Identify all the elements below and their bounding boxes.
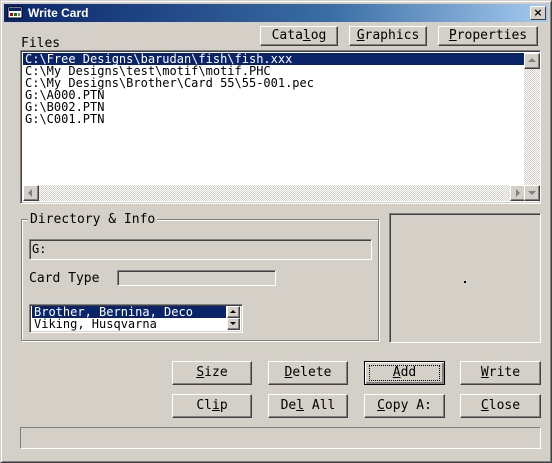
- files-label: Files: [21, 36, 61, 51]
- arrow-left-icon: [28, 189, 32, 197]
- arrow-down-icon: [230, 322, 236, 325]
- del-all-label-pre: De: [280, 398, 297, 413]
- window-title: Write Card: [28, 6, 89, 20]
- close-button[interactable]: Close: [460, 394, 541, 418]
- clip-button[interactable]: Clip: [172, 394, 252, 418]
- arrow-up-icon: [528, 58, 536, 62]
- clip-label-post: p: [219, 398, 228, 413]
- files-listbox[interactable]: C:\Free Designs\barudan\fish\fish.xxx C:…: [20, 50, 541, 204]
- copy-a-button[interactable]: Copy A:: [364, 394, 445, 418]
- catalog-button[interactable]: Catalog: [260, 26, 338, 46]
- scroll-up-button[interactable]: [524, 53, 540, 69]
- clip-label-accel: i: [212, 398, 220, 413]
- directory-info-title: Directory & Info: [28, 212, 158, 227]
- close-label-post: lose: [488, 398, 521, 413]
- format-item[interactable]: Viking, Husqvarna: [32, 318, 226, 330]
- card-writer-icon: [7, 6, 23, 19]
- arrow-right-icon: [516, 189, 520, 197]
- scroll-left-button[interactable]: [23, 185, 39, 201]
- arrow-down-icon: [528, 191, 536, 195]
- size-label-accel: S: [196, 365, 205, 380]
- graphics-label-post: raphics: [364, 28, 420, 43]
- focus-rect: [369, 365, 440, 381]
- file-item[interactable]: G:\C001.PTN: [23, 113, 538, 125]
- catalog-label-post: og: [310, 28, 327, 43]
- files-vscroll-track[interactable]: [524, 53, 540, 201]
- card-type-label: Card Type: [29, 271, 100, 286]
- card-type-field[interactable]: [117, 270, 276, 286]
- graphics-label-accel: G: [356, 28, 365, 43]
- title-bar[interactable]: Write Card ×: [4, 4, 548, 22]
- format-scroll-up-button[interactable]: [227, 306, 240, 318]
- card-format-listbox[interactable]: Brother, Bernina, Deco Viking, Husqvarna: [29, 304, 243, 333]
- del-all-label-accel: l: [296, 398, 305, 413]
- delete-all-button[interactable]: Del All: [268, 394, 348, 418]
- directory-path-field[interactable]: G:: [29, 239, 372, 260]
- copy-label-post: opy A:: [384, 398, 432, 413]
- preview-dot: [464, 281, 466, 283]
- properties-label-accel: P: [448, 28, 457, 43]
- add-button[interactable]: Add: [364, 361, 445, 385]
- design-preview-pane: [389, 213, 541, 343]
- format-scroll-down-button[interactable]: [227, 318, 240, 330]
- delete-button[interactable]: Delete: [268, 361, 348, 385]
- write-label-post: rite: [488, 365, 521, 380]
- write-card-window: Write Card × Catalog Graphics Properties…: [0, 0, 552, 463]
- graphics-button[interactable]: Graphics: [349, 26, 427, 46]
- close-icon[interactable]: ×: [530, 6, 546, 20]
- arrow-up-icon: [230, 310, 236, 313]
- scroll-down-button[interactable]: [524, 185, 540, 201]
- del-all-label-post: All: [304, 398, 336, 413]
- write-label-accel: W: [480, 365, 489, 380]
- catalog-label-pre: Cata: [271, 28, 303, 43]
- delete-label-post: elete: [292, 365, 332, 380]
- properties-label-post: roperties: [456, 28, 528, 43]
- catalog-label-accel: l: [302, 28, 311, 43]
- copy-label-accel: C: [377, 398, 385, 413]
- size-button[interactable]: Size: [172, 361, 252, 385]
- write-button[interactable]: Write: [460, 361, 541, 385]
- close-label-accel: C: [480, 398, 489, 413]
- properties-button[interactable]: Properties: [438, 26, 538, 46]
- status-bar: [20, 427, 541, 449]
- files-hscroll-track[interactable]: [23, 185, 526, 201]
- clip-label-pre: Cl: [196, 398, 212, 413]
- size-label-post: ize: [204, 365, 228, 380]
